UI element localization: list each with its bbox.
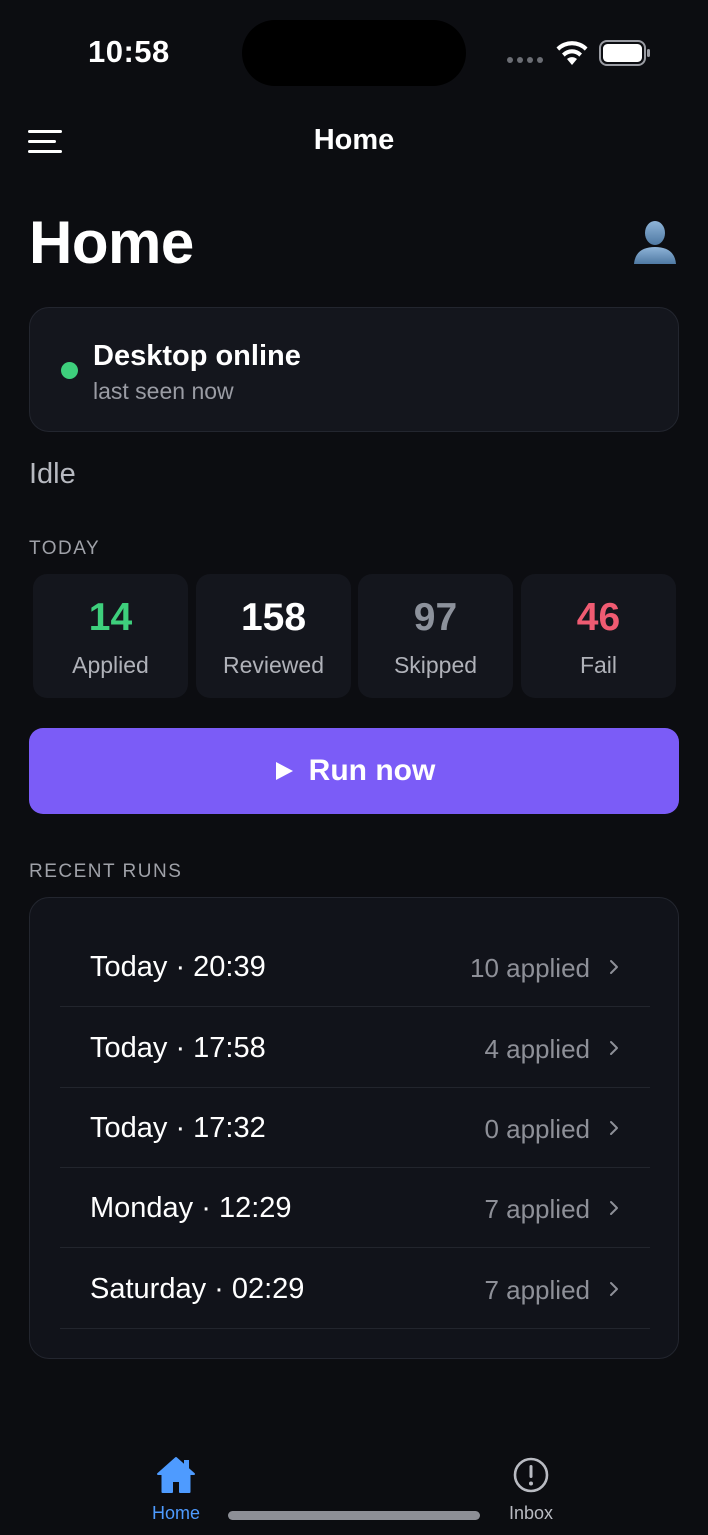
desktop-last-seen: last seen now [93,378,234,404]
run-time: Today · 20:39 [90,951,266,983]
run-now-label: Run now [308,754,436,787]
run-time: Today · 17:32 [90,1112,266,1144]
status-time: 10:58 [88,34,170,69]
desktop-status-title: Desktop online [93,340,301,372]
tab-home[interactable]: Home [121,1455,231,1525]
run-now-button[interactable]: Run now [29,728,679,814]
stat-value: 158 [240,596,307,639]
recent-runs-label: RECENT RUNS [29,861,183,882]
tab-inbox[interactable]: Inbox [476,1455,586,1525]
page-title: Home [29,209,194,276]
stat-value: 46 [576,596,621,639]
recent-runs-list: Today · 20:39 10 applied Today · 17:58 4… [29,897,679,1359]
stat-fail: 46 Fail [521,574,676,698]
run-row[interactable]: Saturday · 02:29 7 applied [60,1249,650,1329]
online-status-dot [61,362,78,379]
chevron-right-icon [610,1201,618,1215]
stat-label: Fail [579,652,618,678]
tab-inbox-label: Inbox [508,1503,554,1523]
run-applied-count: 10 applied [470,953,590,983]
stat-label: Reviewed [223,652,324,678]
stat-skipped: 97 Skipped [358,574,513,698]
wifi-icon [556,41,588,65]
chevron-right-icon [610,1121,618,1135]
run-applied-count: 7 applied [484,1275,590,1305]
home-icon [157,1457,195,1493]
dynamic-island [242,20,466,86]
run-row[interactable]: Monday · 12:29 7 applied [60,1168,650,1248]
stat-label: Skipped [393,652,478,678]
home-screen: 10:58 Home Home Desktop online last seen… [0,0,708,1535]
tab-home-label: Home [151,1503,200,1523]
today-section-label: TODAY [29,538,101,559]
run-row[interactable]: Today · 17:32 0 applied [60,1088,650,1168]
battery-icon [599,40,650,66]
run-time: Saturday · 02:29 [90,1273,305,1305]
run-time: Monday · 12:29 [90,1192,292,1224]
run-applied-count: 7 applied [484,1194,590,1224]
nav-title: Home [313,124,395,156]
profile-icon[interactable] [630,218,680,266]
cellular-signal-icon [507,57,543,63]
run-row[interactable]: Today · 20:39 10 applied [60,927,650,1007]
run-applied-count: 0 applied [484,1114,590,1144]
desktop-status-card: Desktop online last seen now [29,307,679,432]
stat-value: 14 [88,596,133,639]
stat-reviewed: 158 Reviewed [196,574,351,698]
chevron-right-icon [610,960,618,974]
run-row[interactable]: Today · 17:58 4 applied [60,1008,650,1088]
chevron-right-icon [610,1041,618,1055]
chevron-right-icon [610,1282,618,1296]
home-indicator [228,1511,480,1520]
alert-circle-icon [513,1457,549,1493]
run-state-text: Idle [29,458,76,490]
run-time: Today · 17:58 [90,1032,266,1064]
stat-value: 97 [413,596,458,639]
stat-label: Applied [72,652,149,678]
play-icon [275,762,293,780]
stat-applied: 14 Applied [33,574,188,698]
run-applied-count: 4 applied [484,1034,590,1064]
